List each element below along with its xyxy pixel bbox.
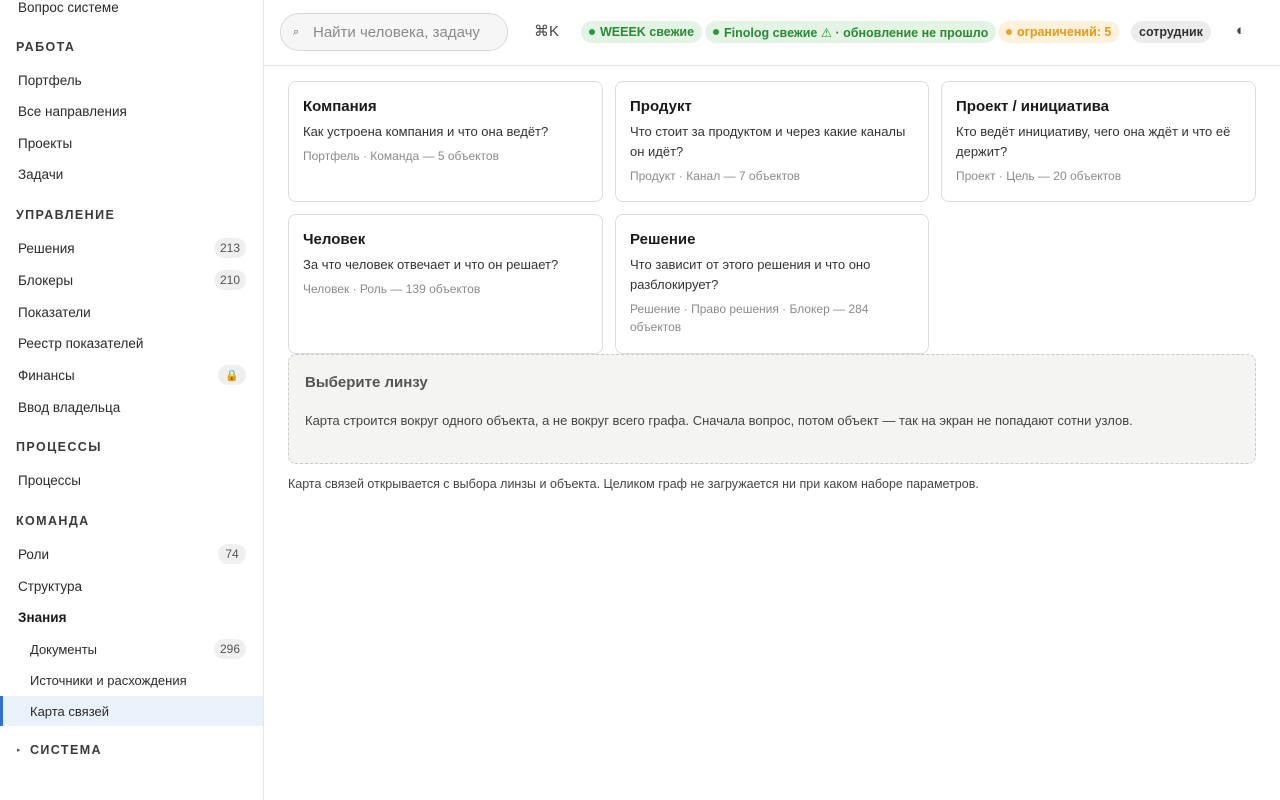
status-dot-icon: [713, 29, 719, 35]
search-icon: ⌕: [293, 25, 300, 38]
count-badge: 296: [213, 639, 246, 659]
lens-card-project[interactable]: Проект / инициатива Кто ведёт инициативу…: [941, 81, 1256, 202]
topbar: ⌕ ⌘K WEEEK свежие Finolog свежие ⚠ · обн…: [264, 0, 1280, 66]
section-work-heading: РАБОТА: [16, 40, 76, 54]
card-question: Как устроена компания и что она ведёт?: [303, 124, 549, 139]
caret-right-icon[interactable]: ▸: [17, 746, 21, 754]
section-management-heading: УПРАВЛЕНИЕ: [16, 208, 116, 222]
status-badge-weeek[interactable]: WEEEK свежие: [581, 21, 703, 43]
card-meta: Проект · Цель — 20 объектов: [956, 169, 1122, 183]
count-badge: 210: [213, 270, 246, 290]
lens-empty-state: Выберите линзу Карта строится вокруг одн…: [288, 354, 1256, 464]
empty-state-title: Выберите линзу: [305, 374, 428, 391]
card-meta: Человек · Роль — 139 объектов: [303, 282, 481, 296]
lens-card-product[interactable]: Продукт Что стоит за продуктом и через к…: [615, 81, 929, 202]
sidebar-item-portfolio[interactable]: Портфель: [0, 65, 263, 95]
sidebar-item-documents[interactable]: Документы 296: [0, 634, 263, 664]
sidebar-item-projects[interactable]: Проекты: [0, 128, 263, 158]
sidebar-item-ask-system[interactable]: Вопрос системе: [0, 0, 263, 22]
card-question: Что зависит от этого решения и что оно р…: [630, 257, 871, 292]
sidebar: Вопрос системе РАБОТА Портфель Все напра…: [0, 0, 264, 800]
sidebar-item-blockers[interactable]: Блокеры 210: [0, 265, 263, 295]
sidebar-item-sources[interactable]: Источники и расхождения: [0, 665, 263, 695]
sidebar-item-decisions[interactable]: Решения 213: [0, 233, 263, 263]
card-meta: Продукт · Канал — 7 объектов: [630, 169, 801, 183]
theme-toggle-icon[interactable]: ◐: [1236, 22, 1245, 39]
search-input[interactable]: [313, 23, 493, 41]
limits-badge[interactable]: ограничений: 5: [998, 21, 1120, 43]
card-title: Продукт: [630, 98, 692, 115]
sidebar-item-metrics[interactable]: Показатели: [0, 297, 263, 327]
card-question: За что человек отвечает и что он решает?: [303, 257, 559, 272]
count-badge: 213: [213, 238, 246, 258]
sidebar-item-tasks[interactable]: Задачи: [0, 159, 263, 189]
card-title: Компания: [303, 98, 377, 115]
status-dot-icon: [1006, 29, 1012, 35]
count-badge: 74: [218, 544, 246, 564]
lens-card-decision[interactable]: Решение Что зависит от этого решения и ч…: [615, 214, 929, 354]
status-badge-finolog[interactable]: Finolog свежие ⚠ · обновление не прошло: [705, 21, 997, 43]
sidebar-item-structure[interactable]: Структура: [0, 571, 263, 601]
sidebar-item-owner-input[interactable]: Ввод владельца: [0, 392, 263, 422]
status-dot-icon: [589, 29, 595, 35]
card-question: Кто ведёт инициативу, чего она ждёт и чт…: [956, 124, 1231, 159]
section-system-heading[interactable]: СИСТЕМА: [30, 743, 102, 757]
card-title: Проект / инициатива: [956, 98, 1110, 115]
lens-card-person[interactable]: Человек За что человек отвечает и что он…: [288, 214, 603, 354]
card-meta: Портфель · Команда — 5 объектов: [303, 149, 499, 163]
shortcut-hint: ⌘K: [534, 23, 560, 40]
sidebar-item-all-directions[interactable]: Все направления: [0, 96, 263, 126]
section-processes-heading: ПРОЦЕССЫ: [16, 440, 102, 454]
role-badge[interactable]: сотрудник: [1131, 21, 1211, 43]
footer-note: Карта связей открывается с выбора линзы …: [288, 477, 979, 491]
card-meta: Решение · Право решения · Блокер — 284 о…: [630, 302, 869, 334]
sidebar-item-knowledge[interactable]: Знания: [0, 602, 263, 632]
card-title: Человек: [303, 231, 366, 248]
card-title: Решение: [630, 231, 696, 248]
sidebar-item-finance[interactable]: Финансы 🔒: [0, 360, 263, 390]
sidebar-item-roles[interactable]: Роли 74: [0, 539, 263, 569]
empty-state-description: Карта строится вокруг одного объекта, а …: [305, 413, 1133, 428]
sidebar-item-relation-map[interactable]: Карта связей: [0, 696, 263, 726]
lock-icon: 🔒: [218, 365, 246, 385]
lens-card-company[interactable]: Компания Как устроена компания и что она…: [288, 81, 603, 202]
section-team-heading: КОМАНДА: [16, 514, 90, 528]
card-question: Что стоит за продуктом и через какие кан…: [630, 124, 906, 159]
search-box[interactable]: ⌕: [280, 13, 508, 51]
sidebar-item-processes[interactable]: Процессы: [0, 465, 263, 495]
sidebar-item-metrics-registry[interactable]: Реестр показателей: [0, 328, 263, 358]
